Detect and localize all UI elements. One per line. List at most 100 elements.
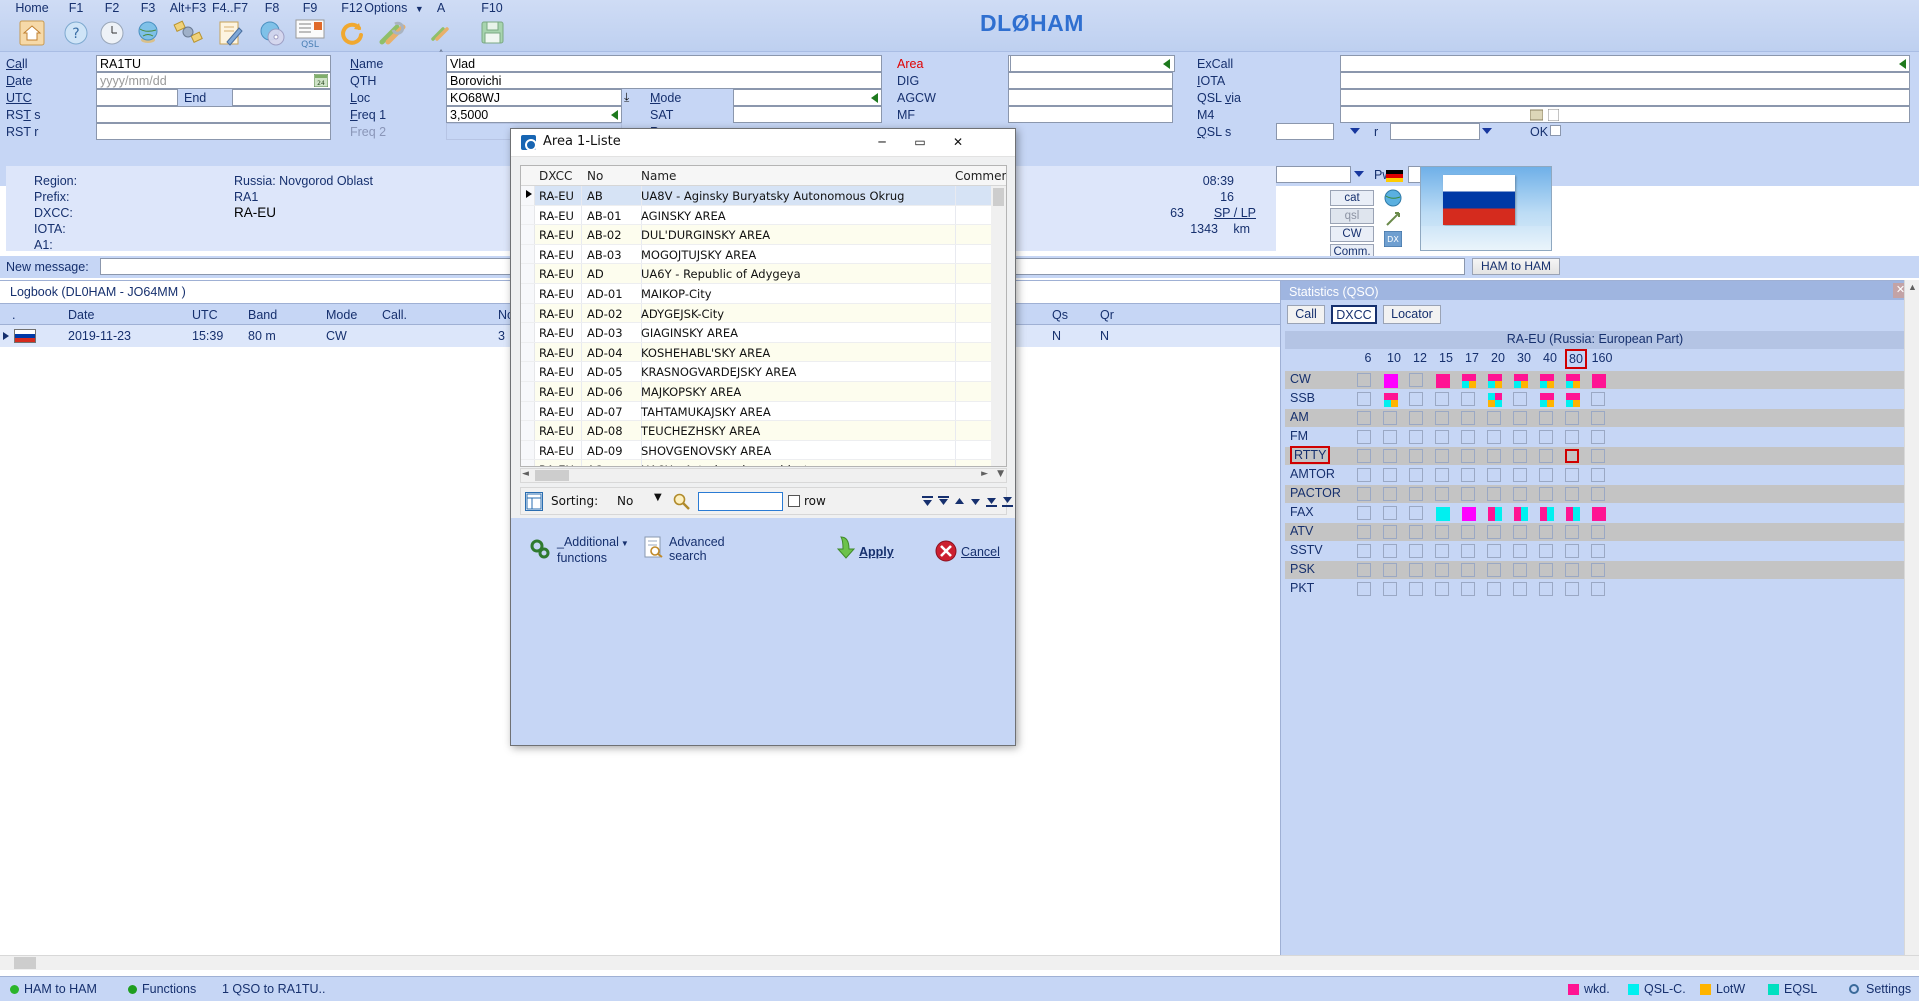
grid-hscroll-thumb[interactable] — [535, 470, 569, 481]
qsl-s-input[interactable] — [1276, 123, 1334, 140]
sorting-value[interactable]: No — [617, 494, 633, 508]
page-hscroll-thumb[interactable] — [14, 957, 36, 969]
statistics-cell-cw-6[interactable] — [1357, 373, 1371, 387]
statistics-cell-am-6[interactable] — [1357, 411, 1371, 425]
table-row[interactable]: RA-EU AB-01 AGINSKY AREA — [521, 205, 1006, 226]
grid-vscroll-thumb[interactable] — [993, 188, 1004, 206]
row-gutter[interactable] — [521, 303, 535, 323]
table-row[interactable]: RA-EU AD-02 ADYGEJSK-City — [521, 303, 1006, 324]
row-gutter[interactable] — [521, 244, 535, 264]
table-row[interactable]: RA-EU AD-04 KOSHEHABL'SKY AREA — [521, 342, 1006, 363]
page-vscrollbar[interactable]: ▲ ▼ — [1904, 280, 1919, 970]
statistics-cell-am-20[interactable] — [1487, 411, 1501, 425]
statistics-cell-fm-20[interactable] — [1487, 430, 1501, 444]
statistics-cell-pkt-10[interactable] — [1383, 582, 1397, 596]
ok-checkbox[interactable] — [1550, 125, 1561, 136]
close-icon[interactable]: ✕ — [939, 129, 977, 156]
statistics-cell-atv-10[interactable] — [1383, 525, 1397, 539]
status-settings[interactable]: Settings — [1866, 982, 1911, 996]
statistics-cell-rtty-15[interactable] — [1435, 449, 1449, 463]
area-value-input[interactable] — [1010, 55, 1175, 72]
statistics-cell-fax-12[interactable] — [1409, 506, 1423, 520]
minimize-icon[interactable]: ─ — [863, 129, 901, 156]
statistics-cell-cw-15[interactable] — [1435, 373, 1450, 388]
mf-input[interactable] — [1008, 106, 1173, 123]
statistics-cell-atv-40[interactable] — [1539, 525, 1553, 539]
statistics-cell-am-17[interactable] — [1461, 411, 1475, 425]
grid-hscrollbar[interactable]: ◄ ► ▼ — [520, 468, 1007, 483]
logbook-col-call[interactable]: Call. — [382, 308, 407, 322]
statistics-cell-pactor-15[interactable] — [1435, 487, 1449, 501]
cat-button[interactable]: cat — [1330, 190, 1374, 206]
table-row[interactable]: RA-EU AD-08 TEUCHEZHSKY AREA — [521, 421, 1006, 441]
nav-down-icon[interactable] — [969, 495, 982, 508]
rst-r-input[interactable] — [96, 123, 331, 140]
cancel-button[interactable]: Cancel — [961, 545, 1000, 559]
statistics-cell-atv-15[interactable] — [1435, 525, 1449, 539]
area-arrow-icon[interactable] — [1163, 59, 1170, 69]
row-gutter[interactable] — [521, 342, 535, 362]
statistics-cell-rtty-40[interactable] — [1539, 449, 1553, 463]
table-row[interactable]: RA-EU AD-06 MAJKOPSKY AREA — [521, 381, 1006, 402]
statistics-cell-sstv-15[interactable] — [1435, 544, 1449, 558]
row-gutter[interactable] — [521, 362, 535, 381]
statistics-cell-fm-17[interactable] — [1461, 430, 1475, 444]
info-splp[interactable]: SP / LP — [1214, 206, 1256, 220]
tab-call[interactable]: Call — [1287, 305, 1325, 324]
statistics-cell-cw-40[interactable] — [1539, 373, 1554, 388]
statistics-cell-sstv-17[interactable] — [1461, 544, 1475, 558]
statistics-cell-amtor-15[interactable] — [1435, 468, 1449, 482]
maximize-icon[interactable]: ▭ — [901, 129, 939, 156]
qsl-r-dropdown-icon[interactable] — [1482, 128, 1492, 134]
table-row[interactable]: RA-EU AO UA6U - Astrahanskaya oblast — [521, 460, 1006, 466]
rst-s-input[interactable] — [96, 106, 331, 123]
grid-layout-icon[interactable] — [525, 492, 543, 511]
nav-up-icon[interactable] — [953, 495, 966, 508]
statistics-cell-fax-10[interactable] — [1383, 506, 1397, 520]
logbook-col-qs[interactable]: Qs — [1052, 308, 1068, 322]
statistics-cell-pkt-40[interactable] — [1539, 582, 1553, 596]
statistics-cell-pkt-80[interactable] — [1565, 582, 1579, 596]
statistics-cell-ssb-12[interactable] — [1409, 392, 1423, 406]
statistics-cell-fm-160[interactable] — [1591, 430, 1605, 444]
qth-input[interactable] — [446, 72, 882, 89]
statistics-cell-ssb-160[interactable] — [1591, 392, 1605, 406]
mode-input[interactable] — [733, 89, 882, 106]
nav-first-icon[interactable] — [921, 495, 934, 508]
search-icon[interactable] — [673, 493, 690, 513]
statistics-cell-pkt-6[interactable] — [1357, 582, 1371, 596]
tab-dxcc[interactable]: DXCC — [1331, 305, 1377, 324]
statistics-cell-ssb-40[interactable] — [1539, 392, 1554, 407]
statistics-cell-ssb-6[interactable] — [1357, 392, 1371, 406]
statistics-cell-cw-10[interactable] — [1383, 373, 1398, 388]
statistics-cell-sstv-30[interactable] — [1513, 544, 1527, 558]
call-input[interactable] — [96, 55, 331, 72]
statistics-cell-fm-40[interactable] — [1539, 430, 1553, 444]
statistics-cell-ssb-15[interactable] — [1435, 392, 1449, 406]
ham-to-ham-button[interactable]: HAM to HAM — [1472, 258, 1560, 275]
nav-prev-page-icon[interactable] — [937, 495, 950, 508]
statistics-cell-rtty-20[interactable] — [1487, 449, 1501, 463]
table-row[interactable]: RA-EU AD-07 TAHTAMUKAJSKY AREA — [521, 401, 1006, 422]
agcw-input[interactable] — [1008, 89, 1173, 106]
excall-arrow-icon[interactable] — [1899, 59, 1906, 69]
statistics-cell-am-80[interactable] — [1565, 411, 1579, 425]
statistics-cell-rtty-160[interactable] — [1591, 449, 1605, 463]
statistics-cell-rtty-30[interactable] — [1513, 449, 1527, 463]
statistics-cell-atv-17[interactable] — [1461, 525, 1475, 539]
statistics-cell-fm-10[interactable] — [1383, 430, 1397, 444]
nav-next-page-icon[interactable] — [985, 495, 998, 508]
statistics-cell-psk-15[interactable] — [1435, 563, 1449, 577]
table-row[interactable]: RA-EU AB-03 MOGOJTUJSKY AREA — [521, 244, 1006, 265]
statistics-cell-atv-160[interactable] — [1591, 525, 1605, 539]
statistics-cell-rtty-80[interactable] — [1565, 449, 1579, 463]
logbook-col-mode[interactable]: Mode — [326, 308, 357, 322]
statistics-cell-fax-20[interactable] — [1487, 506, 1502, 521]
row-gutter[interactable] — [521, 381, 535, 401]
row-gutter[interactable] — [521, 460, 535, 466]
excall-input[interactable] — [1340, 55, 1910, 72]
statistics-cell-sstv-80[interactable] — [1565, 544, 1579, 558]
statistics-cell-cw-30[interactable] — [1513, 373, 1528, 388]
statistics-cell-rtty-10[interactable] — [1383, 449, 1397, 463]
statistics-cell-amtor-20[interactable] — [1487, 468, 1501, 482]
